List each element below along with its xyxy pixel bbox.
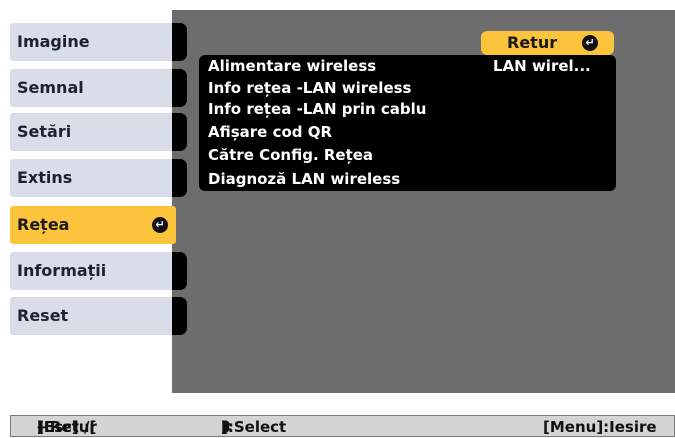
sidebar-item-setari[interactable]: Setări [10, 113, 176, 151]
menu-item-afisare-cod-qr[interactable]: Afișare cod QR [208, 124, 332, 140]
sidebar-item-connector [172, 23, 187, 61]
sidebar-item-extins[interactable]: Extins [10, 159, 176, 197]
menu-item-diagnoza-lan[interactable]: Diagnoză LAN wireless [208, 171, 400, 187]
sidebar-item-label: Semnal [17, 78, 84, 97]
sidebar-item-connector [172, 69, 187, 107]
retur-button[interactable]: Retur ↵ [481, 31, 614, 55]
menu-item-info-lan-cablu[interactable]: Info rețea -LAN prin cablu [208, 101, 427, 117]
menu-item-label: Alimentare wireless [208, 57, 377, 75]
menu-item-label: Diagnoză LAN wireless [208, 170, 401, 188]
sidebar-item-label: Informații [17, 261, 107, 280]
sidebar-item-label: Imagine [17, 32, 90, 51]
menu-item-label: Info rețea -LAN prin cablu [208, 100, 427, 118]
sidebar-item-connector [172, 159, 187, 197]
sidebar-item-reset[interactable]: Reset [10, 297, 176, 335]
sidebar-item-label: Extins [17, 168, 73, 187]
sidebar-item-connector [172, 252, 187, 290]
menu-item-label: Afișare cod QR [208, 123, 333, 141]
sidebar-item-label: Setări [17, 122, 72, 141]
menu-item-alimentare-wireless[interactable]: Alimentare wireless [208, 58, 376, 74]
sidebar-item-retea[interactable]: Rețea ↵ [10, 206, 176, 244]
sidebar-item-imagine[interactable]: Imagine [10, 23, 176, 61]
sidebar-item-label: Reset [17, 306, 69, 325]
menu-item-label: Către Config. Rețea [208, 146, 374, 164]
menu-item-config-retea[interactable]: Către Config. Rețea [208, 147, 373, 163]
sidebar-item-connector [172, 297, 187, 335]
footer-help-bar: [Esc] /[↵]:Retur [⬍]:Select [Menu]:Iesir… [10, 415, 675, 437]
sidebar-item-informatii[interactable]: Informații [10, 252, 176, 290]
footer-menu-exit: [Menu]:Iesire [543, 418, 657, 436]
menu-item-label: Info rețea -LAN wireless [208, 79, 412, 97]
enter-icon: ↵ [582, 35, 598, 51]
menu-item-value[interactable]: LAN wirel... [493, 58, 591, 74]
sidebar-item-semnal[interactable]: Semnal [10, 69, 176, 107]
menu-item-info-lan-wireless[interactable]: Info rețea -LAN wireless [208, 80, 411, 96]
retur-label: Retur [507, 33, 558, 52]
enter-icon: ↵ [152, 217, 168, 233]
sidebar-item-connector [172, 113, 187, 151]
sidebar-item-label: Rețea [17, 215, 70, 234]
